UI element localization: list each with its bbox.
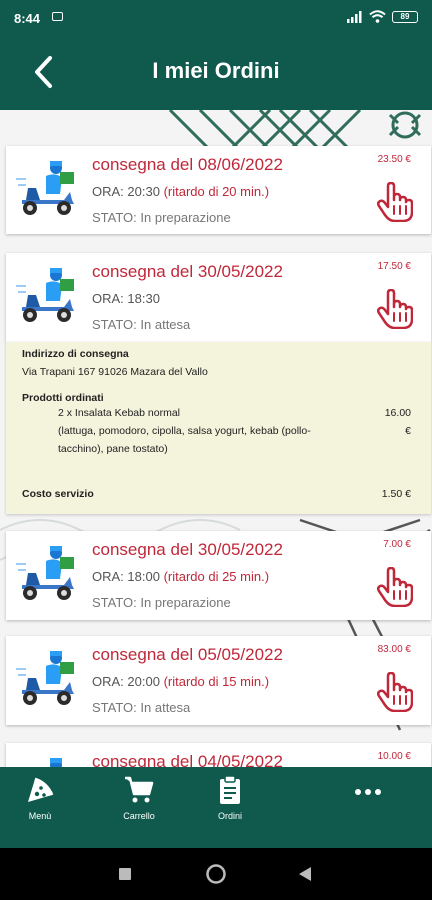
order-time: ORA: 18:00 (ritardo di 25 min.) — [92, 569, 270, 584]
order-status: STATO: In attesa — [92, 700, 191, 715]
cart-icon — [125, 776, 154, 803]
nav-orders[interactable]: Ordini — [190, 775, 270, 821]
status-time: 8:44 — [14, 11, 41, 26]
bottom-navigation: Menù Carrello Ordini — [0, 767, 432, 848]
order-card[interactable]: consegna del 04/05/2022 10.00 € — [6, 743, 431, 767]
order-card[interactable]: consegna del 30/05/2022 ORA: 18:00 (rita… — [6, 531, 431, 620]
status-icons: 89 — [347, 10, 418, 23]
order-delay: (ritardo di 25 min.) — [163, 569, 270, 584]
order-price: 7.00 € — [383, 539, 411, 550]
order-status: STATO: In attesa — [92, 317, 191, 332]
signal-icon — [347, 10, 362, 23]
nav-orders-label: Ordini — [217, 811, 242, 821]
pointing-hand-icon[interactable] — [377, 289, 413, 329]
products-label: Prodotti ordinati — [22, 392, 104, 404]
page-title: I miei Ordini — [152, 58, 280, 83]
order-title: consegna del 08/06/2022 — [92, 155, 283, 174]
order-title: consegna del 05/05/2022 — [92, 645, 283, 664]
product-ingredients: (lattuga, pomodoro, cipolla, salsa yogur… — [58, 425, 311, 437]
order-time: ORA: 20:00 (ritardo di 15 min.) — [92, 674, 270, 689]
clipboard-icon — [220, 775, 240, 804]
order-title: consegna del 04/05/2022 — [92, 752, 283, 767]
service-cost-label: Costo servizio — [22, 488, 94, 500]
system-navigation-bar — [0, 848, 432, 900]
recents-icon[interactable] — [118, 867, 132, 881]
product-ingredients-cont: tacchino), pane tostato) — [58, 443, 168, 455]
order-price: 17.50 € — [377, 261, 411, 272]
wifi-icon — [369, 10, 386, 23]
nav-cart[interactable]: Carrello — [99, 775, 179, 821]
order-delay: (ritardo di 15 min.) — [163, 674, 270, 689]
delivery-scooter-icon — [16, 268, 74, 322]
nav-more[interactable] — [328, 787, 408, 803]
pointing-hand-icon[interactable] — [377, 672, 413, 712]
battery-icon: 89 — [392, 10, 418, 23]
back-triangle-icon[interactable] — [298, 866, 312, 882]
order-title: consegna del 30/05/2022 — [92, 540, 283, 559]
delivery-scooter-icon — [50, 758, 62, 767]
nav-menu-label: Menù — [28, 811, 52, 821]
product-line-1: 2 x Insalata Kebab normal — [58, 407, 180, 419]
order-card[interactable]: consegna del 08/06/2022 ORA: 20:30 (rita… — [6, 146, 431, 234]
product-currency: € — [405, 425, 411, 437]
order-details-panel: Indirizzo di consegna Via Trapani 167 91… — [6, 342, 431, 514]
delivery-address: Via Trapani 167 91026 Mazara del Vallo — [22, 366, 208, 378]
delivery-scooter-icon — [16, 161, 74, 215]
order-time: ORA: 20:30 (ritardo di 20 min.) — [92, 184, 270, 199]
product-price: 16.00 — [384, 407, 411, 419]
service-cost-value: 1.50 € — [381, 488, 411, 500]
address-label: Indirizzo di consegna — [22, 348, 129, 360]
order-card[interactable]: consegna del 30/05/2022 ORA: 18:30 STATO… — [6, 253, 431, 342]
order-card[interactable]: consegna del 05/05/2022 ORA: 20:00 (rita… — [6, 636, 431, 725]
home-icon[interactable] — [205, 863, 227, 885]
more-dots-icon — [355, 789, 381, 795]
delivery-scooter-icon — [16, 651, 74, 705]
order-price: 23.50 € — [377, 154, 411, 165]
delivery-scooter-icon — [16, 546, 74, 600]
pointing-hand-icon[interactable] — [377, 182, 413, 222]
order-delay: (ritardo di 20 min.) — [163, 184, 270, 199]
order-status: STATO: In preparazione — [92, 595, 231, 610]
pointing-hand-icon[interactable] — [377, 567, 413, 607]
order-price: 10.00 € — [377, 751, 411, 762]
nav-cart-label: Carrello — [123, 811, 155, 821]
pizza-icon — [28, 777, 54, 802]
orders-list[interactable]: consegna del 08/06/2022 ORA: 20:30 (rita… — [0, 110, 432, 767]
app-bar: I miei Ordini — [0, 36, 432, 110]
status-bar: 8:44 89 — [0, 0, 432, 36]
order-title: consegna del 30/05/2022 — [92, 262, 283, 281]
sim-icon — [52, 12, 63, 21]
nav-menu[interactable]: Menù — [0, 775, 80, 821]
order-time: ORA: 18:30 — [92, 291, 160, 306]
order-price: 83.00 € — [377, 644, 411, 655]
order-status: STATO: In preparazione — [92, 210, 231, 225]
